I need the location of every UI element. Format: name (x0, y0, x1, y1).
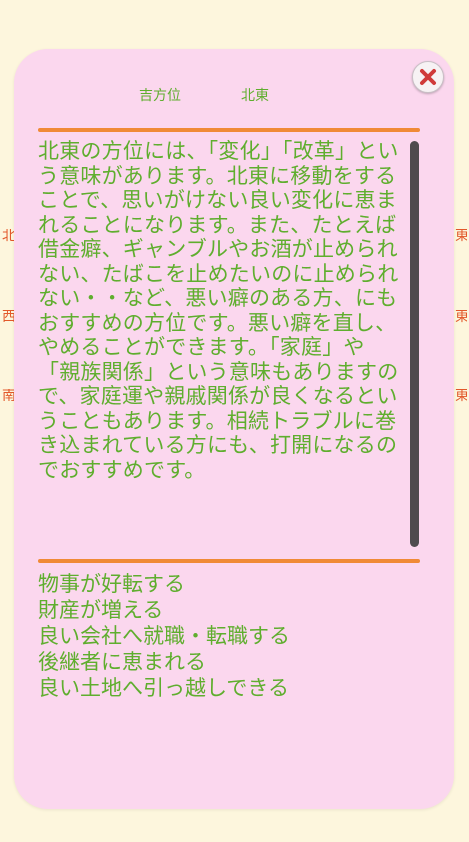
benefit-item: 後継者に恵まれる (38, 650, 206, 674)
benefits-list: 物事が好転する 財産が増える 良い会社へ就職・転職する 後継者に恵まれる 良い土… (38, 571, 290, 701)
close-button[interactable] (412, 61, 444, 93)
bg-direction-label-east-1: 東 (455, 229, 467, 243)
bg-direction-label-east-2: 東 (455, 310, 467, 324)
bg-direction-label-east-3: 東 (455, 389, 467, 403)
direction-label: 北東 (241, 88, 269, 104)
benefit-item: 良い会社へ就職・転職する (38, 624, 290, 648)
close-icon (420, 69, 436, 85)
top-divider (38, 128, 420, 132)
direction-description[interactable]: 北東の方位には、「変化」「改革」という意味があります。北東に移動をすることで、思… (38, 139, 400, 551)
benefit-item: 良い土地へ引っ越しできる (38, 676, 289, 700)
bg-direction-label-south: 南 (2, 389, 14, 403)
bottom-divider (38, 559, 420, 563)
benefit-item: 物事が好転する (38, 572, 185, 596)
benefit-item: 財産が増える (38, 598, 164, 622)
category-label: 吉方位 (139, 88, 181, 104)
description-scrollbar[interactable] (410, 141, 419, 547)
bg-direction-label-west: 西 (2, 310, 14, 324)
direction-detail-modal: 吉方位 北東 北東の方位には、「変化」「改革」という意味があります。北東に移動を… (14, 49, 454, 809)
bg-direction-label-north: 北 (2, 229, 14, 243)
